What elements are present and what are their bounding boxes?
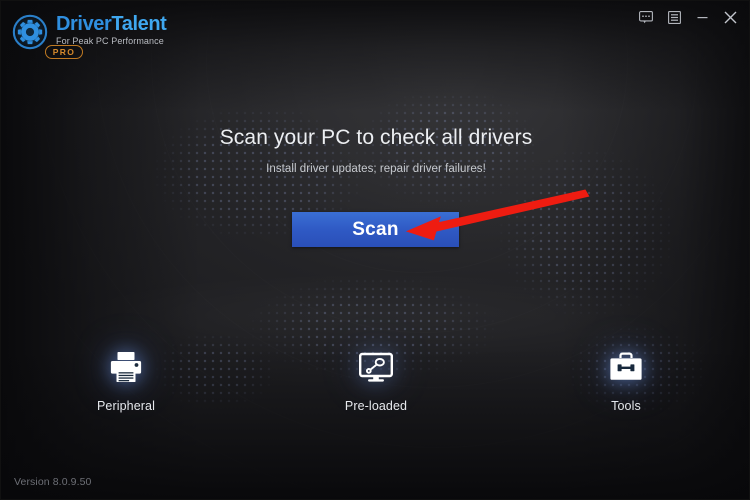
brand-word-talent: Talent bbox=[111, 13, 167, 35]
menu-button[interactable] bbox=[661, 5, 687, 29]
page-subtitle: Install driver updates; repair driver fa… bbox=[266, 163, 486, 175]
window-controls bbox=[633, 5, 743, 29]
feature-preloaded[interactable]: Pre-loaded bbox=[251, 345, 501, 413]
feature-label: Pre-loaded bbox=[344, 399, 408, 413]
close-button[interactable] bbox=[717, 5, 743, 29]
close-x-icon bbox=[723, 10, 738, 25]
feature-shortcuts: Peripheral Pre-loaded Tools bbox=[1, 345, 749, 413]
feature-peripheral[interactable]: Peripheral bbox=[1, 345, 251, 413]
toolbox-icon bbox=[604, 345, 648, 389]
feature-label: Tools bbox=[611, 399, 641, 413]
scan-button[interactable]: Scan bbox=[292, 212, 459, 247]
feedback-button[interactable] bbox=[633, 5, 659, 29]
version-label: Version 8.0.9.50 bbox=[14, 476, 92, 488]
printer-icon bbox=[104, 345, 148, 389]
list-menu-icon bbox=[667, 10, 681, 24]
minimize-icon bbox=[696, 11, 709, 24]
feature-label: Peripheral bbox=[97, 399, 155, 413]
driver-talent-window: DriverTalent For Peak PC Performance PRO bbox=[0, 0, 750, 500]
title-bar: DriverTalent For Peak PC Performance PRO bbox=[1, 1, 749, 73]
pro-badge: PRO bbox=[45, 45, 83, 59]
app-logo: DriverTalent For Peak PC Performance bbox=[11, 13, 167, 51]
feature-tools[interactable]: Tools bbox=[501, 345, 749, 413]
chat-bubble-icon bbox=[639, 10, 653, 24]
gear-in-circle-icon bbox=[11, 13, 49, 51]
monitor-peripheral-icon bbox=[354, 345, 398, 389]
hero-section: Scan your PC to check all drivers Instal… bbox=[1, 125, 749, 175]
brand-name: DriverTalent bbox=[56, 13, 167, 35]
minimize-button[interactable] bbox=[689, 5, 715, 29]
brand-word-driver: Driver bbox=[56, 13, 112, 35]
page-title: Scan your PC to check all drivers bbox=[219, 126, 533, 149]
